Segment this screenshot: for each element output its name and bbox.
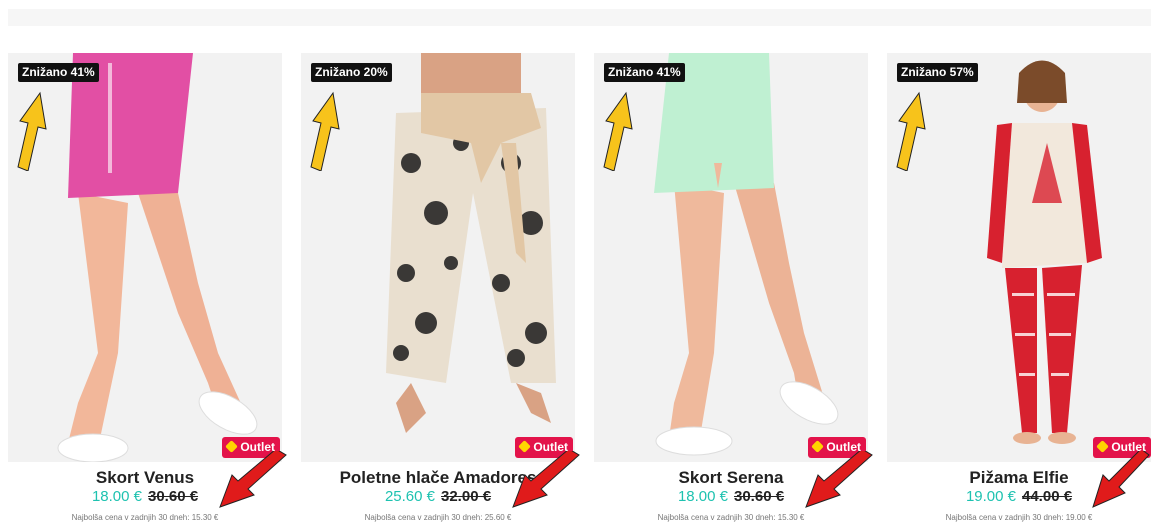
lowest-price-note: Najbolša cena v zadnjih 30 dneh: 15.30 € (657, 513, 805, 522)
discount-badge: Znižano 41% (604, 63, 685, 82)
old-price: 30.60 € (734, 488, 785, 505)
lowest-price-note: Najbolša cena v zadnjih 30 dneh: 19.00 € (945, 513, 1093, 522)
current-price: 25.60 € (384, 488, 435, 505)
lowest-price-note: Najbolša cena v zadnjih 30 dneh: 15.30 € (71, 513, 219, 522)
top-bar (8, 9, 1151, 26)
yellow-arrow-icon (896, 91, 926, 171)
product-image[interactable]: Znižano 41% Outlet (594, 53, 868, 462)
red-arrow-icon (512, 451, 580, 508)
yellow-arrow-icon (603, 91, 633, 171)
product-image[interactable]: Znižano 20% Outlet (301, 53, 575, 462)
yellow-arrow-icon (17, 91, 47, 171)
old-price: 30.60 € (148, 488, 199, 505)
product-card[interactable]: Znižano 20% Outlet Poletne hlače Amadore… (301, 53, 580, 522)
product-photo (654, 53, 839, 456)
red-arrow-icon (219, 451, 287, 508)
product-card[interactable]: Znižano 41% Outlet Skort Venus 18.00 €30… (8, 53, 287, 522)
red-arrow-icon (1092, 451, 1150, 508)
discount-badge: Znižano 41% (18, 63, 99, 82)
old-price: 44.00 € (1022, 488, 1073, 505)
discount-badge: Znižano 57% (897, 63, 978, 82)
discount-badge: Znižano 20% (311, 63, 392, 82)
current-price: 18.00 € (677, 488, 728, 505)
product-photo (57, 53, 258, 462)
product-card[interactable]: Znižano 41% Outlet Skort Serena 18.00 €3… (594, 53, 873, 522)
product-image[interactable]: Znižano 41% Outlet (8, 53, 282, 462)
current-price: 19.00 € (965, 488, 1016, 505)
current-price: 18.00 € (91, 488, 142, 505)
lowest-price-note: Najbolša cena v zadnjih 30 dneh: 25.60 € (364, 513, 512, 522)
old-price: 32.00 € (441, 488, 492, 505)
product-card[interactable]: Znižano 57% Outlet Pižama Elfie 19.00 €4… (887, 53, 1151, 522)
red-arrow-icon (805, 451, 873, 508)
yellow-arrow-icon (310, 91, 340, 171)
product-photo (386, 53, 556, 433)
